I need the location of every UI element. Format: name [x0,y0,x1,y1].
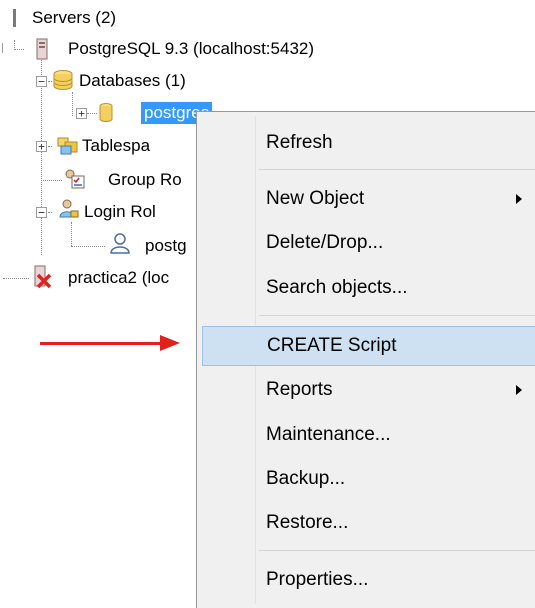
menu-item-label: Reports [266,379,333,400]
server-disconnected-icon [34,265,52,289]
tree-connector [3,278,29,279]
server-postgresql-node[interactable]: PostgreSQL 9.3 (localhost:5432) [68,38,314,60]
submenu-arrow-icon [516,385,522,395]
menu-item-properties[interactable]: Properties... [200,560,535,600]
menu-item-label: Backup... [266,468,346,489]
menu-item-label: Delete/Drop... [266,232,384,253]
servers-icon [13,9,16,27]
menu-item-backup[interactable]: Backup... [200,459,535,499]
tree-connector [14,49,24,50]
tree-connector [41,180,62,181]
annotation-arrow-head [160,335,180,351]
menu-item-label: Search objects... [266,277,408,298]
menu-item-reports[interactable]: Reports [200,370,535,410]
tree-connector [72,92,73,116]
group-roles-node[interactable]: Group Ro [108,169,182,191]
tablespaces-folder-icon [57,137,78,155]
group-roles-icon [65,169,85,189]
menu-item-label: CREATE Script [267,335,397,356]
login-roles-collapse-box[interactable]: − [36,207,47,218]
tablespaces-expand-box[interactable]: + [36,141,47,152]
menu-separator [259,169,535,170]
tree-connector [71,222,72,246]
tablespaces-node[interactable]: Tablespa [82,135,150,157]
submenu-arrow-icon [516,194,522,204]
databases-icon [53,70,73,90]
login-roles-icon [59,199,79,218]
context-menu: Refresh New Object Delete/Drop... Search… [196,111,535,608]
tree-connector [87,113,97,114]
menu-item-search-objects[interactable]: Search objects... [200,268,535,308]
servers-node[interactable]: Servers (2) [32,7,116,29]
menu-item-label: Refresh [266,132,333,153]
db-expand-box[interactable]: + [76,108,87,119]
menu-item-delete-drop[interactable]: Delete/Drop... [200,223,535,263]
menu-item-label: Restore... [266,512,349,533]
login-role-postgres-node[interactable]: postg [145,235,187,257]
menu-item-refresh[interactable]: Refresh [200,123,535,163]
server-practica2-node[interactable]: practica2 (loc [68,267,169,289]
tree-connector [41,60,42,255]
databases-node[interactable]: Databases (1) [79,70,186,92]
login-roles-node[interactable]: Login Rol [84,201,156,223]
annotation-arrow-shaft [40,342,166,345]
server-expander[interactable] [2,43,11,53]
tree-connector [48,212,52,213]
server-connected-icon [36,38,48,60]
menu-separator [259,550,535,551]
menu-item-label: Properties... [266,569,369,590]
tree-connector [48,146,52,147]
database-icon [99,103,113,122]
menu-item-create-script[interactable]: CREATE Script [202,326,535,366]
login-role-user-icon [110,233,130,254]
tree-connector [71,246,105,247]
menu-item-label: New Object [266,188,365,209]
menu-separator [259,315,535,316]
databases-collapse-box[interactable]: − [36,76,47,87]
menu-item-restore[interactable]: Restore... [200,503,535,543]
menu-item-label: Maintenance... [266,424,391,445]
menu-item-maintenance[interactable]: Maintenance... [200,415,535,455]
menu-item-new-object[interactable]: New Object [200,179,535,219]
